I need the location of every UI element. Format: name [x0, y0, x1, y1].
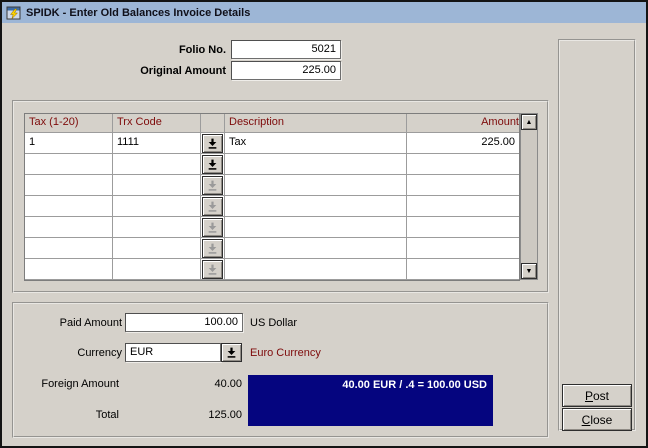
col-header-trx-code: Trx Code [113, 114, 201, 133]
table-row [25, 196, 519, 217]
total-value: 125.00 [154, 408, 242, 423]
action-panel: Post Close [558, 39, 636, 431]
lov-dropdown-button [202, 260, 223, 279]
tax-cell[interactable] [25, 175, 113, 196]
trx-code-cell[interactable] [113, 238, 201, 259]
forms-app-icon[interactable] [6, 5, 22, 21]
amount-cell[interactable] [407, 196, 519, 217]
conversion-banner: 40.00 EUR / .4 = 100.00 USD [248, 375, 493, 426]
original-amount-label: Original Amount [100, 64, 226, 79]
description-cell[interactable]: Tax [225, 133, 407, 154]
amount-cell[interactable] [407, 154, 519, 175]
folio-field[interactable]: 5021 [231, 40, 341, 59]
lov-dropdown-button [202, 218, 223, 237]
payment-groupbox: Paid Amount 100.00 US Dollar Currency EU… [12, 302, 549, 438]
lov-dropdown-button [202, 197, 223, 216]
trx-code-cell[interactable]: 1111 [113, 133, 201, 154]
tax-grid: Tax (1-20) Trx Code Description Amount 1… [24, 113, 520, 281]
post-button[interactable]: Post [562, 384, 632, 407]
table-row [25, 154, 519, 175]
trx-code-cell[interactable] [113, 175, 201, 196]
description-cell[interactable] [225, 238, 407, 259]
scroll-up-icon[interactable]: ▲ [521, 114, 537, 130]
tax-cell[interactable]: 1 [25, 133, 113, 154]
col-header-amount: Amount [407, 114, 519, 133]
table-rows: 1 1111 Tax 225.00 [25, 133, 519, 280]
tax-cell[interactable] [25, 154, 113, 175]
close-button[interactable]: Close [562, 408, 632, 431]
scroll-down-icon[interactable]: ▼ [521, 263, 537, 279]
tax-grid-header: Tax (1-20) Trx Code Description Amount [25, 114, 519, 133]
table-row [25, 175, 519, 196]
tax-grid-groupbox: Tax (1-20) Trx Code Description Amount 1… [12, 100, 549, 293]
amount-cell[interactable] [407, 259, 519, 280]
foreign-amount-value: 40.00 [154, 377, 242, 392]
description-cell[interactable] [225, 196, 407, 217]
total-label: Total [33, 408, 119, 423]
lov-cell [201, 217, 225, 238]
paid-amount-label: Paid Amount [32, 316, 122, 331]
lov-cell [201, 154, 225, 175]
grid-scrollbar[interactable]: ▲ ▼ [520, 113, 538, 280]
description-cell[interactable] [225, 259, 407, 280]
dialog-window: SPIDK - Enter Old Balances Invoice Detai… [0, 0, 648, 448]
lov-dropdown-button[interactable] [202, 155, 223, 174]
lov-dropdown-button [202, 239, 223, 258]
window-title: SPIDK - Enter Old Balances Invoice Detai… [26, 7, 250, 19]
paid-currency-text: US Dollar [250, 316, 297, 331]
folio-label: Folio No. [100, 43, 226, 58]
title-bar[interactable]: SPIDK - Enter Old Balances Invoice Detai… [2, 2, 646, 23]
lov-cell [201, 175, 225, 196]
lov-cell [201, 133, 225, 154]
amount-cell[interactable] [407, 175, 519, 196]
trx-code-cell[interactable] [113, 217, 201, 238]
original-amount-field[interactable]: 225.00 [231, 61, 341, 80]
currency-label: Currency [32, 346, 122, 361]
trx-code-cell[interactable] [113, 259, 201, 280]
amount-cell[interactable] [407, 238, 519, 259]
lov-dropdown-button[interactable] [202, 134, 223, 153]
col-header-tax: Tax (1-20) [25, 114, 113, 133]
col-header-lov [201, 114, 225, 133]
table-row [25, 238, 519, 259]
currency-description-text: Euro Currency [250, 346, 321, 361]
description-cell[interactable] [225, 175, 407, 196]
trx-code-cell[interactable] [113, 154, 201, 175]
col-header-description: Description [225, 114, 407, 133]
tax-cell[interactable] [25, 217, 113, 238]
table-row: 1 1111 Tax 225.00 [25, 133, 519, 154]
lov-cell [201, 238, 225, 259]
description-cell[interactable] [225, 217, 407, 238]
description-cell[interactable] [225, 154, 407, 175]
currency-field[interactable]: EUR [125, 343, 221, 362]
tax-cell[interactable] [25, 259, 113, 280]
table-row [25, 217, 519, 238]
amount-cell[interactable]: 225.00 [407, 133, 519, 154]
lov-dropdown-button [202, 176, 223, 195]
amount-cell[interactable] [407, 217, 519, 238]
lov-cell [201, 196, 225, 217]
tax-cell[interactable] [25, 238, 113, 259]
currency-lov-dropdown-button[interactable] [221, 343, 242, 362]
table-row [25, 259, 519, 280]
trx-code-cell[interactable] [113, 196, 201, 217]
paid-amount-field[interactable]: 100.00 [125, 313, 243, 332]
foreign-amount-label: Foreign Amount [33, 377, 119, 392]
lov-cell [201, 259, 225, 280]
tax-cell[interactable] [25, 196, 113, 217]
